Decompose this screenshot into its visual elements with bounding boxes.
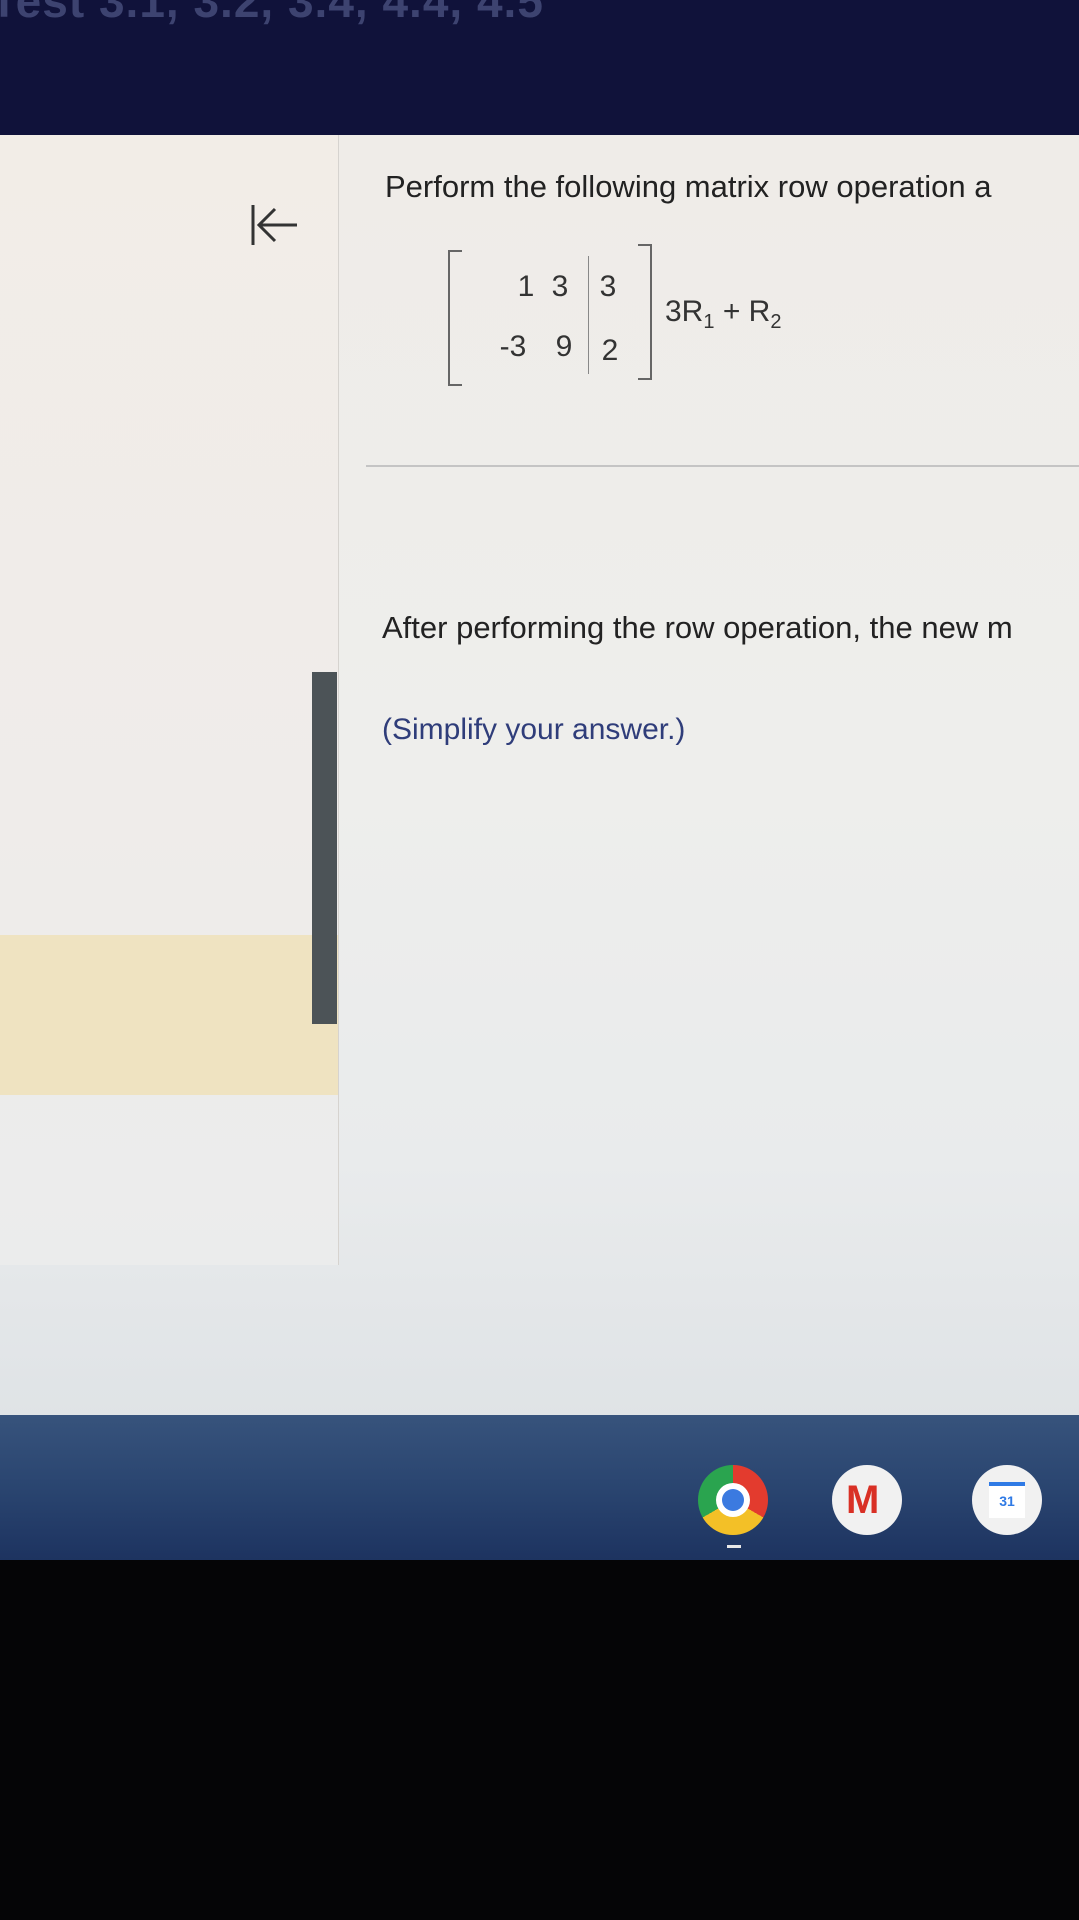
matrix-cell-r1c2: 3 bbox=[551, 270, 569, 303]
row-operation-plus: + R bbox=[714, 295, 771, 328]
row-operation-sub2: 2 bbox=[770, 311, 782, 333]
question-prompt: Perform the following matrix row operati… bbox=[385, 169, 992, 204]
matrix-right-bracket bbox=[638, 244, 652, 380]
chrome-icon[interactable] bbox=[698, 1465, 768, 1535]
simplify-hint: (Simplify your answer.) bbox=[382, 713, 686, 746]
augmented-divider bbox=[588, 256, 589, 374]
row-operation: 3R1 + R2 bbox=[665, 295, 781, 334]
chrome-running-indicator bbox=[727, 1545, 741, 1548]
section-divider bbox=[366, 465, 1079, 467]
matrix-cell-r2c1: -3 bbox=[499, 330, 527, 363]
matrix-left-bracket bbox=[448, 250, 462, 386]
chrome-icon-core bbox=[722, 1489, 744, 1511]
os-shelf bbox=[0, 1415, 1079, 1560]
matrix-cell-r1c1: 1 bbox=[517, 270, 535, 303]
assignment-title: Test 3.1, 3.2, 3.4, 4.4, 4.5 bbox=[0, 0, 544, 27]
question-viewer: Perform the following matrix row operati… bbox=[0, 135, 1079, 1420]
question-list-panel bbox=[0, 135, 339, 1265]
augmented-matrix: 1 3 3 -3 9 2 bbox=[448, 244, 658, 390]
gmail-icon[interactable]: M bbox=[832, 1465, 902, 1535]
matrix-cell-r2c3: 2 bbox=[601, 334, 619, 367]
question-list-scrollbar[interactable] bbox=[312, 672, 337, 1024]
matrix-cell-r1c3: 3 bbox=[599, 270, 617, 303]
first-page-arrow-icon[interactable] bbox=[245, 197, 301, 253]
answer-intro: After performing the row operation, the … bbox=[382, 610, 1013, 645]
matrix-cell-r2c2: 9 bbox=[555, 330, 573, 363]
screen-bezel bbox=[0, 1560, 1079, 1920]
calendar-icon[interactable]: 31 bbox=[972, 1465, 1042, 1535]
calendar-day: 31 bbox=[989, 1482, 1025, 1518]
selected-question-row[interactable] bbox=[0, 935, 338, 1095]
row-operation-coef: 3R bbox=[665, 295, 704, 328]
assignment-header: Test 3.1, 3.2, 3.4, 4.4, 4.5 bbox=[0, 0, 1079, 135]
row-operation-sub1: 1 bbox=[703, 311, 715, 333]
gmail-letter: M bbox=[846, 1478, 880, 1522]
